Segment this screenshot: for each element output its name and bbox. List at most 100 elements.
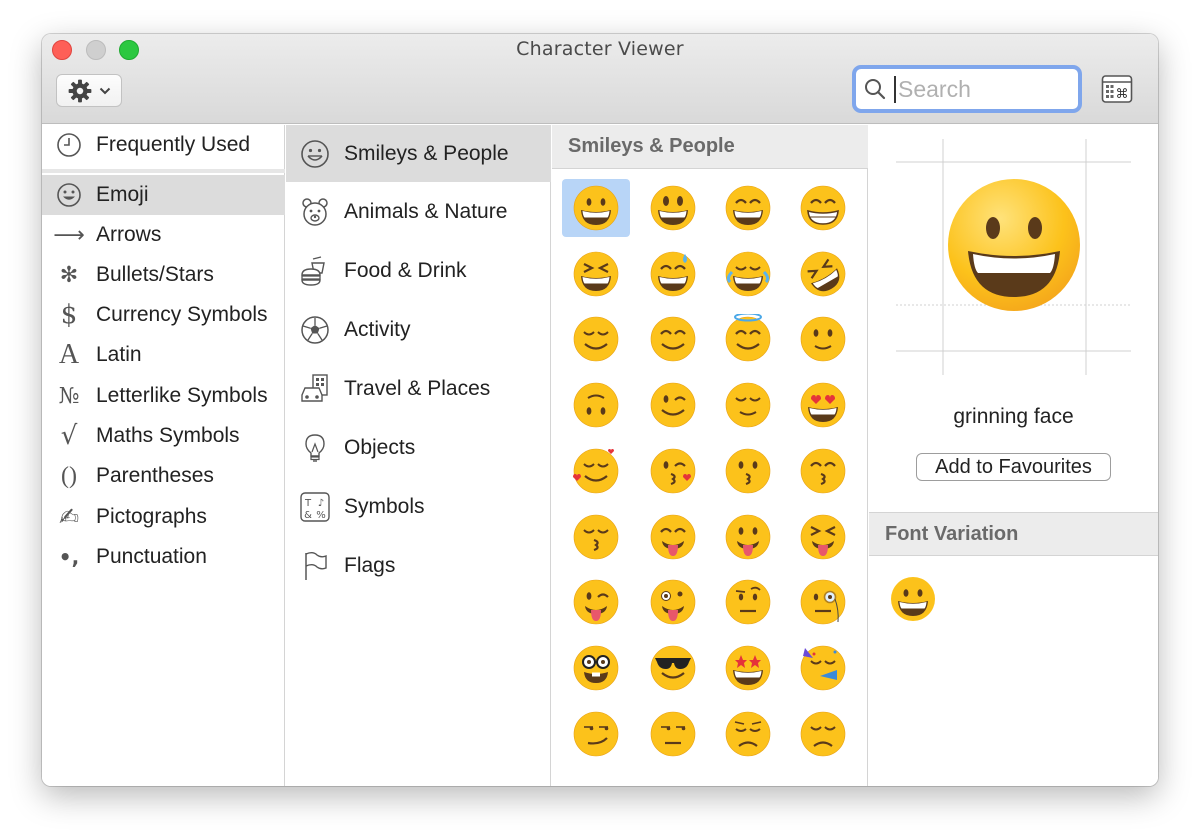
face-with-monocle-icon	[800, 579, 846, 625]
light-bulb-icon	[286, 432, 344, 464]
emoji-cell-pensive-face[interactable]	[789, 705, 857, 763]
kissing-face-smiling-eyes-icon	[800, 448, 846, 494]
emoji-cell-heart-eyes-face[interactable]	[789, 376, 857, 434]
category-pictographs[interactable]: ✍ Pictographs	[42, 497, 285, 537]
square-root-icon: √	[60, 421, 78, 451]
subcategory-label: Travel & Places	[344, 376, 491, 400]
emoji-cell-star-struck[interactable]	[714, 639, 782, 697]
subcategory-animals-nature[interactable]: Animals & Nature	[286, 183, 551, 240]
category-maths-symbols[interactable]: √ Maths Symbols	[42, 416, 285, 456]
emoji-cell-face-with-tongue[interactable]	[714, 508, 782, 566]
subcategory-objects[interactable]: Objects	[286, 419, 551, 476]
subcategory-flags[interactable]: Flags	[286, 537, 551, 594]
character-viewer-window: Character Viewer Search ⌘ Frequently Use…	[42, 34, 1158, 786]
emoji-cell-face-savoring-food[interactable]	[639, 508, 707, 566]
emoji-cell-zany-face[interactable]	[639, 573, 707, 631]
smiling-face-hearts-icon	[573, 448, 619, 494]
emoji-cell-beaming-face[interactable]	[789, 179, 857, 237]
subcategory-label: Food & Drink	[344, 258, 467, 282]
category-emoji[interactable]: Emoji	[42, 175, 285, 215]
add-to-favourites-button[interactable]: Add to Favourites	[916, 453, 1111, 481]
chevron-down-icon	[99, 87, 111, 94]
category-label: Currency Symbols	[96, 303, 268, 326]
emoji-cell-squinting-face-tongue[interactable]	[789, 508, 857, 566]
category-currency-symbols[interactable]: $ Currency Symbols	[42, 295, 285, 335]
character-name: grinning face	[953, 405, 1074, 428]
face-tears-of-joy-icon	[725, 251, 771, 296]
winking-face-icon	[650, 382, 696, 428]
emoji-cell-rolling-on-floor-laughing[interactable]	[789, 245, 857, 303]
keyboard-viewer-icon[interactable]: ⌘	[1101, 74, 1133, 104]
font-variation-grinning-face[interactable]	[887, 575, 939, 623]
category-label: Frequently Used	[96, 133, 251, 156]
category-letterlike-symbols[interactable]: № Letterlike Symbols	[42, 376, 285, 416]
emoji-cell-smirking-face[interactable]	[562, 705, 630, 763]
search-input[interactable]	[894, 75, 1064, 103]
emoji-cell-face-blowing-kiss[interactable]	[639, 442, 707, 500]
symbols-icon: T ♪ &%	[286, 491, 344, 523]
emoji-cell-smiling-face-halo[interactable]	[714, 310, 782, 368]
grinning-face-big-eyes-icon	[650, 185, 696, 231]
car-building-icon	[286, 373, 344, 405]
emoji-cell-relieved-face[interactable]	[714, 376, 782, 434]
emoji-cell-kissing-face-smiling-eyes[interactable]	[789, 442, 857, 500]
writing-hand-icon: ✍	[58, 503, 80, 531]
emoji-cell-smiling-face-smiling-eyes[interactable]	[639, 310, 707, 368]
emoji-cell-face-raised-eyebrow[interactable]	[714, 573, 782, 631]
category-label: Pictographs	[96, 505, 207, 528]
emoji-cell-grinning-face-smiling-eyes[interactable]	[714, 179, 782, 237]
pensive-face-icon	[800, 711, 846, 756]
category-latin[interactable]: A Latin	[42, 335, 285, 375]
category-parentheses[interactable]: () Parentheses	[42, 456, 285, 496]
svg-text:⌘: ⌘	[1116, 87, 1129, 102]
emoji-cell-face-with-monocle[interactable]	[789, 573, 857, 631]
action-menu-button[interactable]	[56, 74, 122, 107]
emoji-cell-nerd-face[interactable]	[562, 639, 630, 697]
emoji-cell-grinning-face-big-eyes[interactable]	[639, 179, 707, 237]
section-header: Smileys & People	[552, 125, 868, 169]
category-label: Punctuation	[96, 545, 207, 568]
emoji-cell-upside-down-face[interactable]	[562, 376, 630, 434]
flag-icon	[286, 550, 344, 582]
category-list: Frequently Used Emoji ⟶ Arrows ✻ Bullets…	[42, 125, 285, 786]
beaming-face-icon	[800, 185, 846, 231]
emoji-cell-smiling-face[interactable]	[562, 310, 630, 368]
grinning-face-sweat-icon	[650, 251, 696, 296]
emoji-cell-winking-face[interactable]	[639, 376, 707, 434]
emoji-cell-grinning-face-sweat[interactable]	[639, 245, 707, 303]
category-punctuation[interactable]: •, Punctuation	[42, 537, 285, 577]
subcategory-smileys-people[interactable]: Smileys & People	[286, 125, 551, 182]
svg-text:&: &	[304, 510, 312, 521]
glyph-preview	[896, 139, 1131, 375]
emoji-cell-kissing-face[interactable]	[714, 442, 782, 500]
grinning-face-smiling-eyes-icon	[725, 185, 771, 231]
character-info-panel: grinning face Add to Favourites Font Var…	[869, 125, 1158, 786]
subcategory-travel-places[interactable]: Travel & Places	[286, 360, 551, 417]
emoji-cell-smiling-face-sunglasses[interactable]	[639, 639, 707, 697]
category-bullets-stars[interactable]: ✻ Bullets/Stars	[42, 255, 285, 295]
bear-icon	[286, 196, 344, 228]
emoji-cell-unamused-face[interactable]	[639, 705, 707, 763]
emoji-cell-disappointed-face[interactable]	[714, 705, 782, 763]
subcategory-food-drink[interactable]: Food & Drink	[286, 242, 551, 299]
search-field[interactable]	[852, 65, 1082, 113]
category-frequently-used[interactable]: Frequently Used	[42, 125, 285, 165]
emoji-cell-slightly-smiling-face[interactable]	[789, 310, 857, 368]
smiling-face-halo-icon	[725, 314, 771, 362]
slightly-smiling-face-icon	[800, 317, 846, 362]
emoji-cell-winking-face-tongue[interactable]	[562, 573, 630, 631]
emoji-cell-kissing-face-closed-eyes[interactable]	[562, 508, 630, 566]
emoji-cell-grinning-face[interactable]	[562, 179, 630, 237]
numero-icon: №	[58, 383, 80, 409]
emoji-cell-grinning-squinting-face[interactable]	[562, 245, 630, 303]
emoji-cell-partying-face[interactable]	[789, 639, 857, 697]
subcategory-activity[interactable]: Activity	[286, 301, 551, 358]
emoji-cell-smiling-face-hearts[interactable]	[562, 442, 630, 500]
subcategory-label: Activity	[344, 317, 411, 341]
disappointed-face-icon	[725, 711, 771, 756]
rolling-on-floor-laughing-icon	[800, 251, 846, 296]
emoji-cell-face-tears-of-joy[interactable]	[714, 245, 782, 303]
category-arrows[interactable]: ⟶ Arrows	[42, 215, 285, 255]
smiley-icon	[42, 182, 96, 208]
subcategory-symbols[interactable]: T ♪ &% Symbols	[286, 478, 551, 535]
